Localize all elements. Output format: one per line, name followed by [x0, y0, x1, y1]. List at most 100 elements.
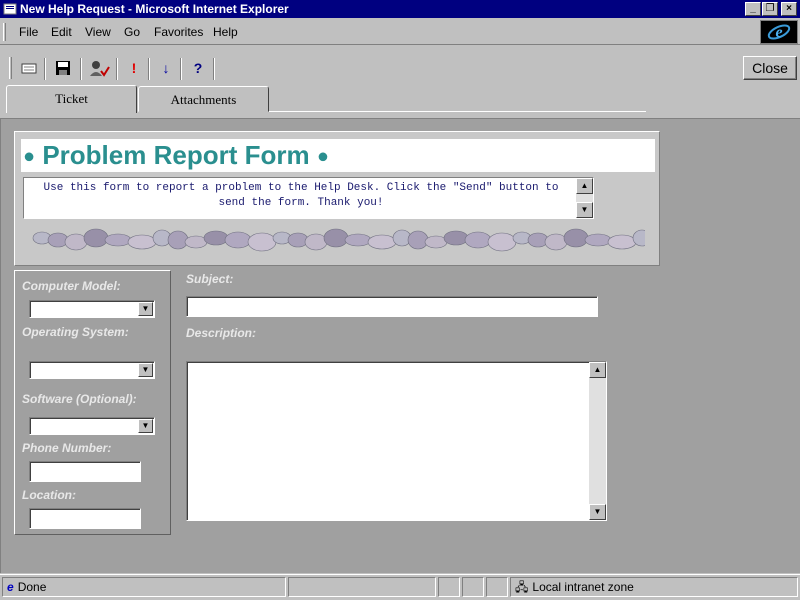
- chevron-down-icon[interactable]: ▼: [138, 419, 153, 433]
- scroll-down-arrow-icon[interactable]: ▼: [589, 504, 606, 520]
- pebble-shape: [607, 234, 637, 250]
- phone-number-field[interactable]: [29, 461, 141, 482]
- toolbar-separator: [148, 58, 150, 80]
- status-panel: [438, 577, 460, 597]
- pebble-shape: [443, 230, 469, 246]
- toolbar: ! ↓ ?: [0, 47, 800, 87]
- menu-go[interactable]: Go: [124, 25, 140, 39]
- toolbar-separator: [213, 58, 215, 80]
- description-field[interactable]: ▲ ▼: [186, 361, 607, 521]
- pebble-shape: [407, 230, 429, 250]
- pebble-shape: [83, 228, 109, 248]
- location-label: Location:: [22, 488, 76, 502]
- operating-system-select[interactable]: ▼: [29, 361, 155, 379]
- minimize-button[interactable]: _: [745, 2, 761, 16]
- scroll-up-arrow-icon[interactable]: ▲: [589, 362, 606, 378]
- pebble-shape: [323, 228, 349, 248]
- scroll-up-arrow-icon[interactable]: ▲: [576, 178, 593, 194]
- pebble-shape: [464, 231, 492, 249]
- menu-edit[interactable]: Edit: [51, 25, 72, 39]
- intro-scrollbar[interactable]: ▲ ▼: [576, 178, 593, 218]
- description-scrollbar[interactable]: ▲ ▼: [589, 362, 606, 520]
- status-text: Done: [17, 580, 47, 594]
- tab-underline: [269, 111, 646, 112]
- pebble-divider: [32, 228, 645, 252]
- low-priority-icon[interactable]: ↓: [155, 58, 177, 78]
- chevron-down-icon[interactable]: ▼: [138, 302, 153, 316]
- pebble-shape: [344, 233, 372, 247]
- mail-icon[interactable]: [18, 58, 40, 78]
- intranet-zone-icon: 🖧: [515, 580, 529, 594]
- window-title: New Help Request - Microsoft Internet Ex…: [20, 2, 289, 16]
- pebble-shape: [304, 233, 328, 251]
- pebble-shape: [563, 228, 589, 248]
- pebble-shape: [247, 232, 277, 252]
- menu-file[interactable]: File: [19, 25, 38, 39]
- toolbar-separator: [116, 58, 118, 80]
- tab-ticket[interactable]: Ticket: [6, 85, 137, 113]
- ie-page-icon: e: [7, 580, 14, 594]
- pebble-shape: [424, 235, 448, 249]
- intro-textbox[interactable]: Use this form to report a problem to the…: [23, 177, 594, 219]
- pebble-shape: [544, 233, 568, 251]
- status-panel-main: e Done: [2, 577, 286, 597]
- toolbar-separator: [80, 58, 82, 80]
- menu-bar: File Edit View Go Favorites Help e: [0, 19, 800, 45]
- close-window-button[interactable]: ×: [781, 2, 797, 16]
- menu-view[interactable]: View: [85, 25, 111, 39]
- status-bar: e Done 🖧 Local intranet zone: [0, 574, 800, 600]
- pebble-shape: [367, 234, 397, 250]
- software-label: Software (Optional):: [22, 392, 137, 406]
- form-title-text: Problem Report Form: [42, 140, 310, 170]
- restore-button[interactable]: ❐: [762, 2, 778, 16]
- status-panel: [486, 577, 508, 597]
- subject-label: Subject:: [186, 272, 234, 286]
- pebble-shape: [167, 230, 189, 250]
- subject-field[interactable]: [186, 296, 598, 317]
- chevron-down-icon[interactable]: ▼: [138, 363, 153, 377]
- pebble-shape: [487, 232, 517, 252]
- importance-icon[interactable]: !: [123, 58, 145, 78]
- pebble-shape: [184, 235, 208, 249]
- menu-help[interactable]: Help: [213, 25, 238, 39]
- operating-system-label: Operating System:: [22, 325, 129, 339]
- pebble-shape: [287, 232, 309, 248]
- ie-logo-icon: e: [767, 24, 791, 41]
- help-icon[interactable]: ?: [187, 58, 209, 78]
- svg-text:e: e: [775, 24, 782, 41]
- computer-model-select[interactable]: ▼: [29, 300, 155, 318]
- title-bar: New Help Request - Microsoft Internet Ex…: [0, 0, 800, 18]
- pebble-shape: [584, 233, 612, 247]
- intro-text: Use this form to report a problem to the…: [43, 182, 559, 209]
- status-panel: [288, 577, 436, 597]
- description-label: Description:: [186, 326, 257, 340]
- check-names-icon[interactable]: [88, 58, 110, 78]
- pebble-shape: [224, 231, 252, 249]
- pebble-shape: [64, 233, 88, 251]
- toolbar-separator: [44, 58, 46, 80]
- tab-attachments[interactable]: Attachments: [138, 86, 269, 112]
- bullet-icon: ●: [23, 145, 36, 168]
- pebble-shape: [527, 232, 549, 248]
- scroll-down-arrow-icon[interactable]: ▼: [576, 202, 593, 218]
- toolbar-grip[interactable]: [9, 57, 12, 79]
- ie-logo: e: [760, 20, 798, 44]
- toolbar-separator: [180, 58, 182, 80]
- pebble-shape: [127, 234, 157, 250]
- form-title: ● Problem Report Form ●: [21, 139, 655, 172]
- menu-favorites[interactable]: Favorites: [154, 25, 203, 39]
- status-panel-zone: 🖧 Local intranet zone: [510, 577, 798, 597]
- pebble-shape: [104, 233, 132, 247]
- location-field[interactable]: [29, 508, 141, 529]
- zone-text: Local intranet zone: [532, 580, 634, 594]
- save-icon[interactable]: [52, 58, 74, 78]
- pebble-shape: [47, 232, 69, 248]
- software-select[interactable]: ▼: [29, 417, 155, 435]
- page-icon: [3, 3, 17, 15]
- status-panel: [462, 577, 484, 597]
- bullet-icon: ●: [316, 145, 329, 168]
- phone-number-label: Phone Number:: [22, 441, 112, 455]
- menubar-grip[interactable]: [3, 23, 6, 41]
- computer-model-label: Computer Model:: [22, 279, 121, 293]
- close-button[interactable]: Close: [743, 56, 797, 80]
